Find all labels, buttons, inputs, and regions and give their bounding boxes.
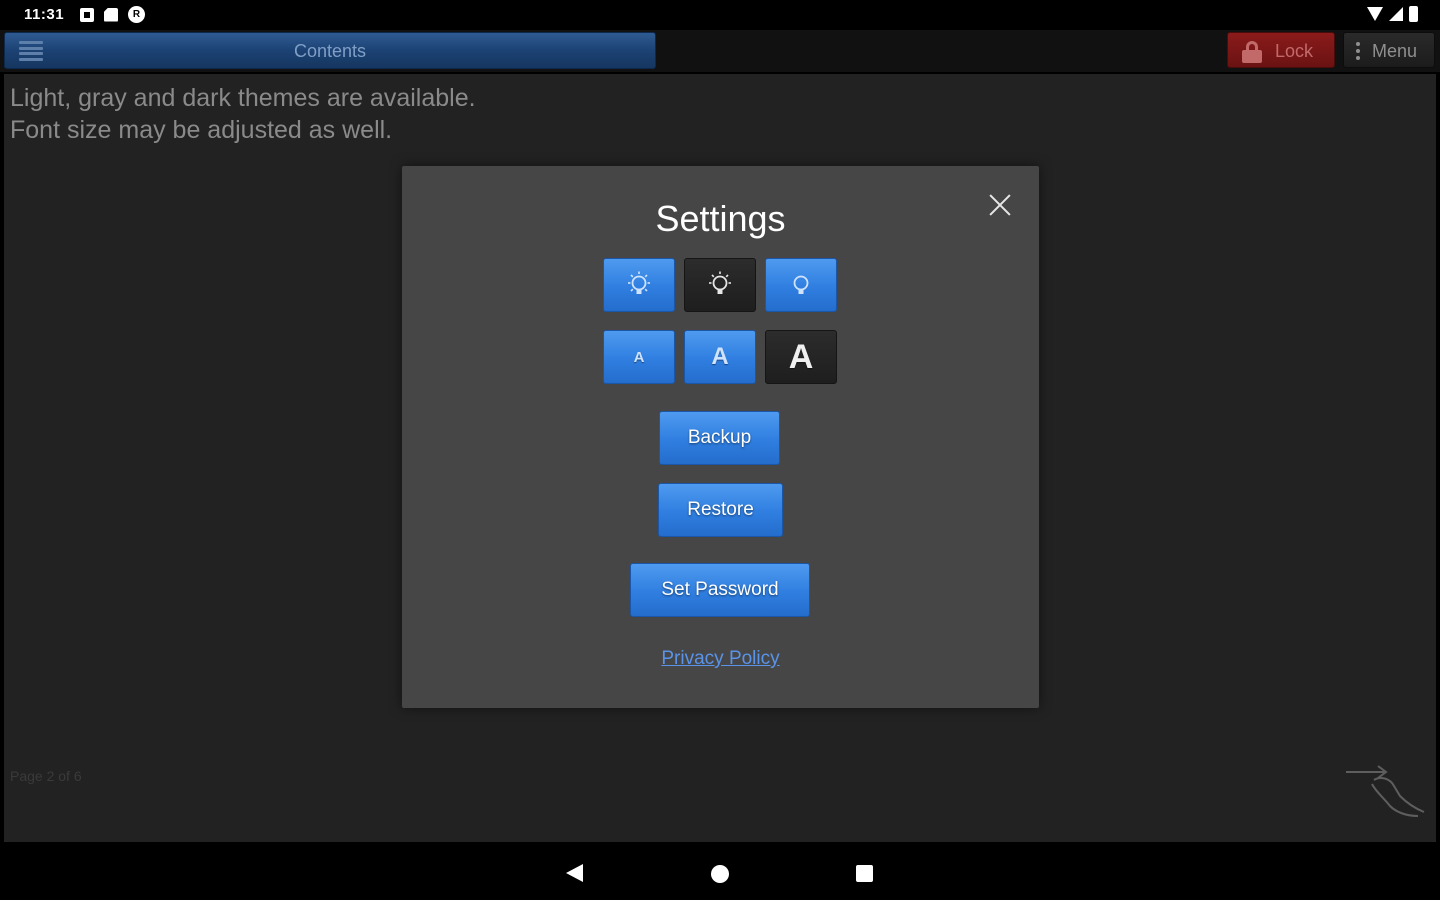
font-medium-label: A <box>711 343 729 370</box>
content-text: Light, gray and dark themes are availabl… <box>10 82 476 146</box>
close-button[interactable] <box>985 190 1015 220</box>
more-vertical-icon <box>1356 42 1360 60</box>
font-small-label: A <box>633 348 645 366</box>
font-size-small-button[interactable]: A <box>603 330 675 384</box>
gray-theme-bulb-icon <box>709 271 731 294</box>
lock-icon <box>1242 41 1262 63</box>
status-bar: 11:31 <box>0 0 1440 30</box>
dialog-title: Settings <box>655 198 786 239</box>
menu-button[interactable]: Menu <box>1343 32 1435 68</box>
battery-icon <box>1409 6 1418 22</box>
restore-button[interactable]: Restore <box>658 483 783 537</box>
light-theme-button[interactable] <box>603 258 675 312</box>
system-nav-bar <box>0 842 1440 900</box>
backup-button[interactable]: Backup <box>659 411 780 465</box>
wifi-icon <box>1367 7 1383 21</box>
lock-button[interactable]: Lock <box>1227 32 1335 68</box>
menu-label: Menu <box>1372 41 1418 61</box>
dark-theme-bulb-icon <box>793 275 809 294</box>
status-system-icons <box>1367 6 1418 22</box>
font-size-medium-button[interactable]: A <box>684 330 756 384</box>
app-bar: Contents Lock Menu <box>0 30 1440 72</box>
gray-theme-button[interactable] <box>684 258 756 312</box>
settings-dialog: Settings A A A Backup Restore Set Passwo… <box>402 166 1039 708</box>
swipe-hand-icon <box>1346 765 1425 817</box>
status-notification-icons <box>80 6 145 23</box>
light-theme-bulb-icon <box>628 271 650 294</box>
lock-label: Lock <box>1275 41 1314 61</box>
font-size-large-button[interactable]: A <box>765 330 837 384</box>
set-password-button[interactable]: Set Password <box>630 563 810 617</box>
contents-label: Contents <box>293 41 367 61</box>
dark-theme-button[interactable] <box>765 258 837 312</box>
notification-square-icon <box>80 7 94 22</box>
page-indicator: Page 2 of 6 <box>10 768 82 784</box>
contents-button[interactable]: Contents <box>4 32 656 69</box>
registered-icon <box>128 6 145 23</box>
home-icon[interactable] <box>711 865 729 883</box>
content-line: Light, gray and dark themes are availabl… <box>10 84 476 112</box>
font-large-label: A <box>788 337 814 376</box>
privacy-policy-link[interactable]: Privacy Policy <box>402 648 1039 670</box>
signal-icon <box>1389 7 1403 21</box>
back-icon[interactable] <box>566 864 583 882</box>
status-time: 11:31 <box>24 6 65 23</box>
sd-card-icon <box>104 7 118 22</box>
content-line: Font size may be adjusted as well. <box>10 116 393 144</box>
recent-apps-icon[interactable] <box>856 865 873 882</box>
